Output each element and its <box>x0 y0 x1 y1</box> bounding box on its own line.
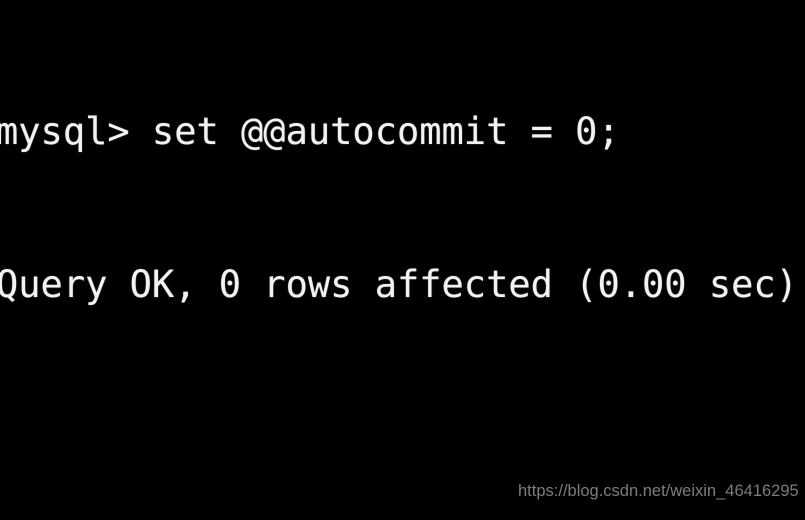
terminal-line-1: mysql> set @@autocommit = 0; <box>0 110 620 153</box>
terminal-line-2: Query OK, 0 rows affected (0.00 sec) <box>0 263 798 306</box>
watermark-url: https://blog.csdn.net/weixin_46416295 <box>518 482 799 500</box>
terminal-line-3-blank <box>0 412 805 463</box>
terminal-window: mysql> set @@autocommit = 0; Query OK, 0… <box>0 0 805 520</box>
terminal-output[interactable]: mysql> set @@autocommit = 0; Query OK, 0… <box>0 4 805 520</box>
